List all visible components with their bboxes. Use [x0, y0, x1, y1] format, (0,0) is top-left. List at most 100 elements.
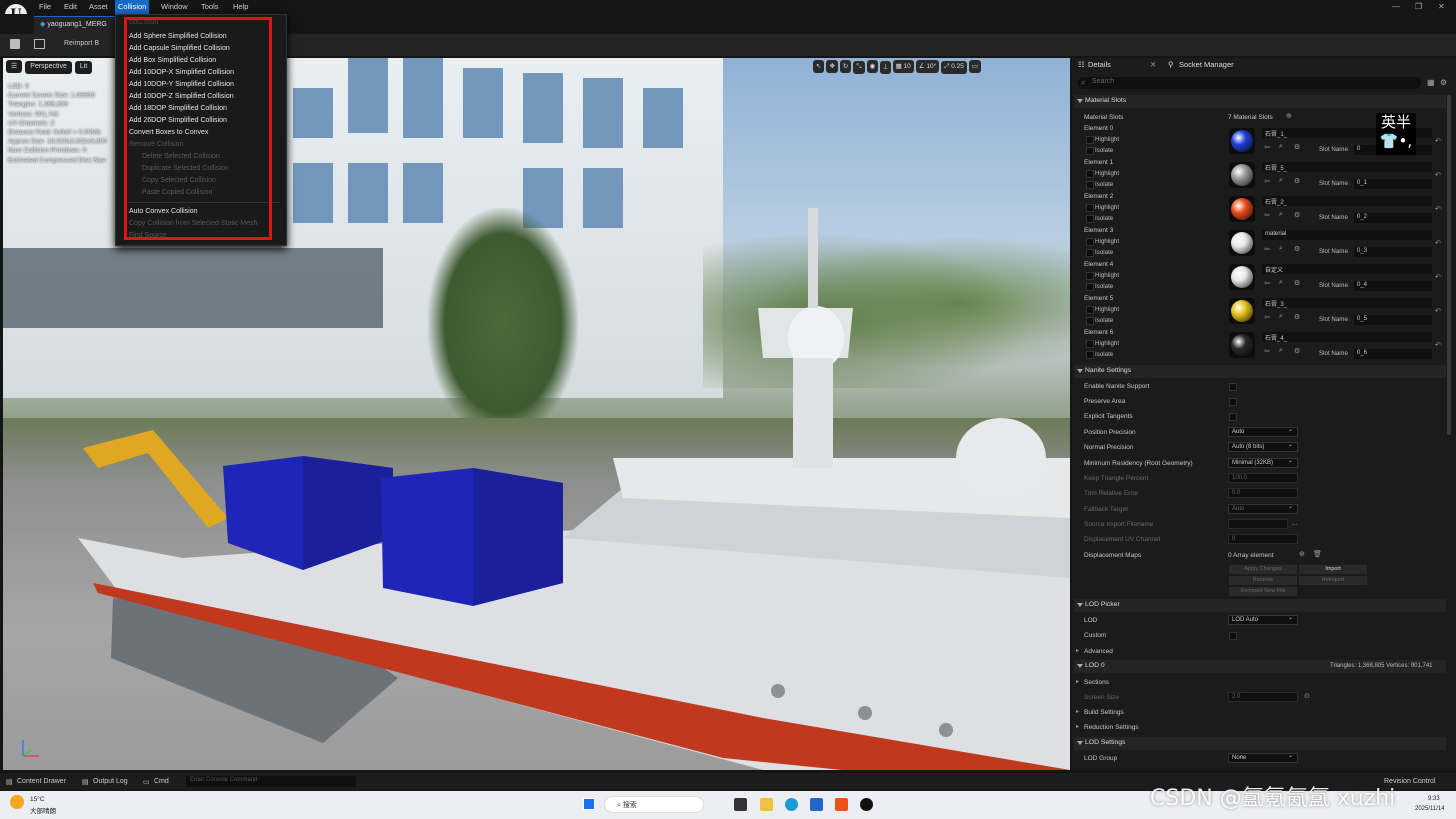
lit-button[interactable]: Lit: [74, 61, 93, 74]
browse-asset-icon[interactable]: ⌕: [1279, 245, 1283, 253]
material-options-icon[interactable]: ⚙: [1294, 211, 1300, 219]
build-settings-expander[interactable]: Build Settings: [1084, 709, 1124, 716]
use-selected-icon[interactable]: ⇦: [1264, 211, 1270, 219]
use-selected-icon[interactable]: ⇦: [1264, 177, 1270, 185]
use-selected-icon[interactable]: ⇦: [1264, 279, 1270, 287]
rotate-icon[interactable]: ↻: [839, 60, 852, 73]
material-name-field[interactable]: 石膏_2_: [1262, 196, 1432, 206]
grid-snap-button[interactable]: ▦ 10: [892, 60, 914, 73]
socket-manager-tab[interactable]: Socket Manager: [1179, 60, 1234, 69]
content-drawer-button[interactable]: Content Drawer: [17, 778, 66, 785]
menu-tools[interactable]: Tools: [198, 2, 222, 11]
material-options-icon[interactable]: ⚙: [1294, 245, 1300, 253]
browse-file-icon[interactable]: …: [1291, 520, 1298, 527]
material-name-field[interactable]: 石膏_5_: [1262, 162, 1432, 172]
minimum-residency-select[interactable]: Minimal (32KB): [1228, 457, 1298, 468]
reset-arrow-icon[interactable]: ↶: [1435, 137, 1441, 145]
normal-precision-select[interactable]: Auto (8 bits): [1228, 441, 1298, 452]
sections-expander[interactable]: Sections: [1084, 679, 1109, 686]
menu-window[interactable]: Window: [158, 2, 191, 11]
settings-gear-icon[interactable]: ⚙: [1440, 78, 1447, 87]
highlight-checkbox[interactable]: [1086, 306, 1094, 314]
viewport-menu-button[interactable]: ☰: [6, 60, 23, 73]
details-tab[interactable]: Details: [1088, 60, 1111, 69]
reset-arrow-icon[interactable]: ↶: [1435, 273, 1441, 281]
material-name-field[interactable]: material: [1262, 230, 1432, 240]
use-selected-icon[interactable]: ⇦: [1264, 347, 1270, 355]
material-thumbnail[interactable]: [1229, 196, 1255, 222]
material-options-icon[interactable]: ⚙: [1294, 313, 1300, 321]
preserve-area-checkbox[interactable]: [1229, 398, 1237, 406]
isolate-checkbox[interactable]: [1086, 215, 1094, 223]
use-selected-icon[interactable]: ⇦: [1264, 313, 1270, 321]
minimize-icon[interactable]: —: [1392, 2, 1400, 11]
slot-name-input[interactable]: 0_3: [1354, 247, 1432, 257]
material-thumbnail[interactable]: [1229, 264, 1255, 290]
reimport-nanite-button[interactable]: Reimport: [1299, 576, 1367, 585]
perspective-button[interactable]: Perspective: [25, 61, 72, 74]
browse-asset-icon[interactable]: ⌕: [1279, 211, 1283, 219]
details-scrollbar[interactable]: [1447, 95, 1451, 435]
material-thumbnail[interactable]: [1229, 128, 1255, 154]
reduction-settings-expander[interactable]: Reduction Settings: [1084, 724, 1139, 731]
reset-arrow-icon[interactable]: ↶: [1435, 171, 1441, 179]
material-thumbnail[interactable]: [1229, 332, 1255, 358]
menu-asset[interactable]: Asset: [86, 2, 111, 11]
browse-icon[interactable]: [34, 39, 45, 49]
windows-start-icon[interactable]: [583, 798, 595, 810]
reimport-new-file-button[interactable]: Reimport New File: [1229, 587, 1297, 596]
store-icon[interactable]: [810, 798, 823, 811]
material-thumbnail[interactable]: [1229, 162, 1255, 188]
section-nanite-settings[interactable]: Nanite Settings: [1074, 365, 1446, 378]
reimport-button[interactable]: Reimport B: [64, 40, 99, 47]
isolate-checkbox[interactable]: [1086, 317, 1094, 325]
import-button[interactable]: Import: [1299, 565, 1367, 574]
menu-edit[interactable]: Edit: [61, 2, 80, 11]
section-material-slots[interactable]: Material Slots: [1074, 95, 1446, 108]
cmd-dropdown[interactable]: Cmd: [154, 778, 169, 785]
reset-arrow-icon[interactable]: ↶: [1435, 307, 1441, 315]
browse-asset-icon[interactable]: ⌕: [1279, 279, 1283, 287]
save-icon[interactable]: [10, 39, 20, 49]
slot-name-input[interactable]: 0_5: [1354, 315, 1432, 325]
view-options-icon[interactable]: ▦: [1427, 78, 1435, 87]
ime-indicator[interactable]: 英半 👕•,: [1376, 113, 1416, 155]
matlab-icon[interactable]: [835, 798, 848, 811]
menu-collision[interactable]: Collision: [115, 0, 150, 14]
scale-snap-button[interactable]: ⤢ 0.25: [941, 61, 967, 74]
browse-asset-icon[interactable]: ⌕: [1279, 313, 1283, 321]
maximize-icon[interactable]: ❐: [1415, 2, 1422, 11]
position-precision-select[interactable]: Auto: [1228, 426, 1298, 437]
section-lod-picker[interactable]: LOD Picker: [1074, 599, 1446, 612]
keep-triangle-percent-input[interactable]: 100.0: [1228, 473, 1298, 483]
highlight-checkbox[interactable]: [1086, 340, 1094, 348]
lod-group-select[interactable]: None: [1228, 752, 1298, 763]
console-input[interactable]: Enter Console Command: [186, 776, 356, 787]
select-mode-icon[interactable]: ↖: [813, 60, 825, 73]
world-icon[interactable]: ◉: [866, 60, 879, 73]
displacement-uv-channel-input[interactable]: 0: [1228, 534, 1298, 544]
isolate-checkbox[interactable]: [1086, 181, 1094, 189]
explicit-tangents-checkbox[interactable]: [1229, 413, 1237, 421]
use-selected-icon[interactable]: ⇦: [1264, 143, 1270, 151]
fallback-target-select[interactable]: Auto: [1228, 503, 1298, 514]
surface-snap-icon[interactable]: ⟂: [880, 61, 891, 74]
source-import-filename-input[interactable]: [1228, 519, 1288, 529]
camera-speed-icon[interactable]: ▭: [968, 60, 982, 73]
material-thumbnail[interactable]: [1229, 230, 1255, 256]
highlight-checkbox[interactable]: [1086, 204, 1094, 212]
scale-icon[interactable]: ⤡: [853, 61, 865, 74]
isolate-checkbox[interactable]: [1086, 283, 1094, 291]
reset-arrow-icon[interactable]: ↶: [1435, 239, 1441, 247]
add-element-icon[interactable]: ⊕: [1299, 550, 1305, 558]
file-explorer-icon[interactable]: [760, 798, 773, 811]
slot-name-input[interactable]: 0_1: [1354, 179, 1432, 189]
remove-button[interactable]: Remove: [1229, 576, 1297, 585]
highlight-checkbox[interactable]: [1086, 136, 1094, 144]
asset-tab[interactable]: ◆ yaoguang1_MERG: [34, 16, 116, 34]
apply-changes-button[interactable]: Apply Changes: [1229, 565, 1297, 574]
material-options-icon[interactable]: ⚙: [1294, 347, 1300, 355]
material-options-icon[interactable]: ⚙: [1294, 279, 1300, 287]
highlight-checkbox[interactable]: [1086, 170, 1094, 178]
edge-browser-icon[interactable]: [785, 798, 798, 811]
